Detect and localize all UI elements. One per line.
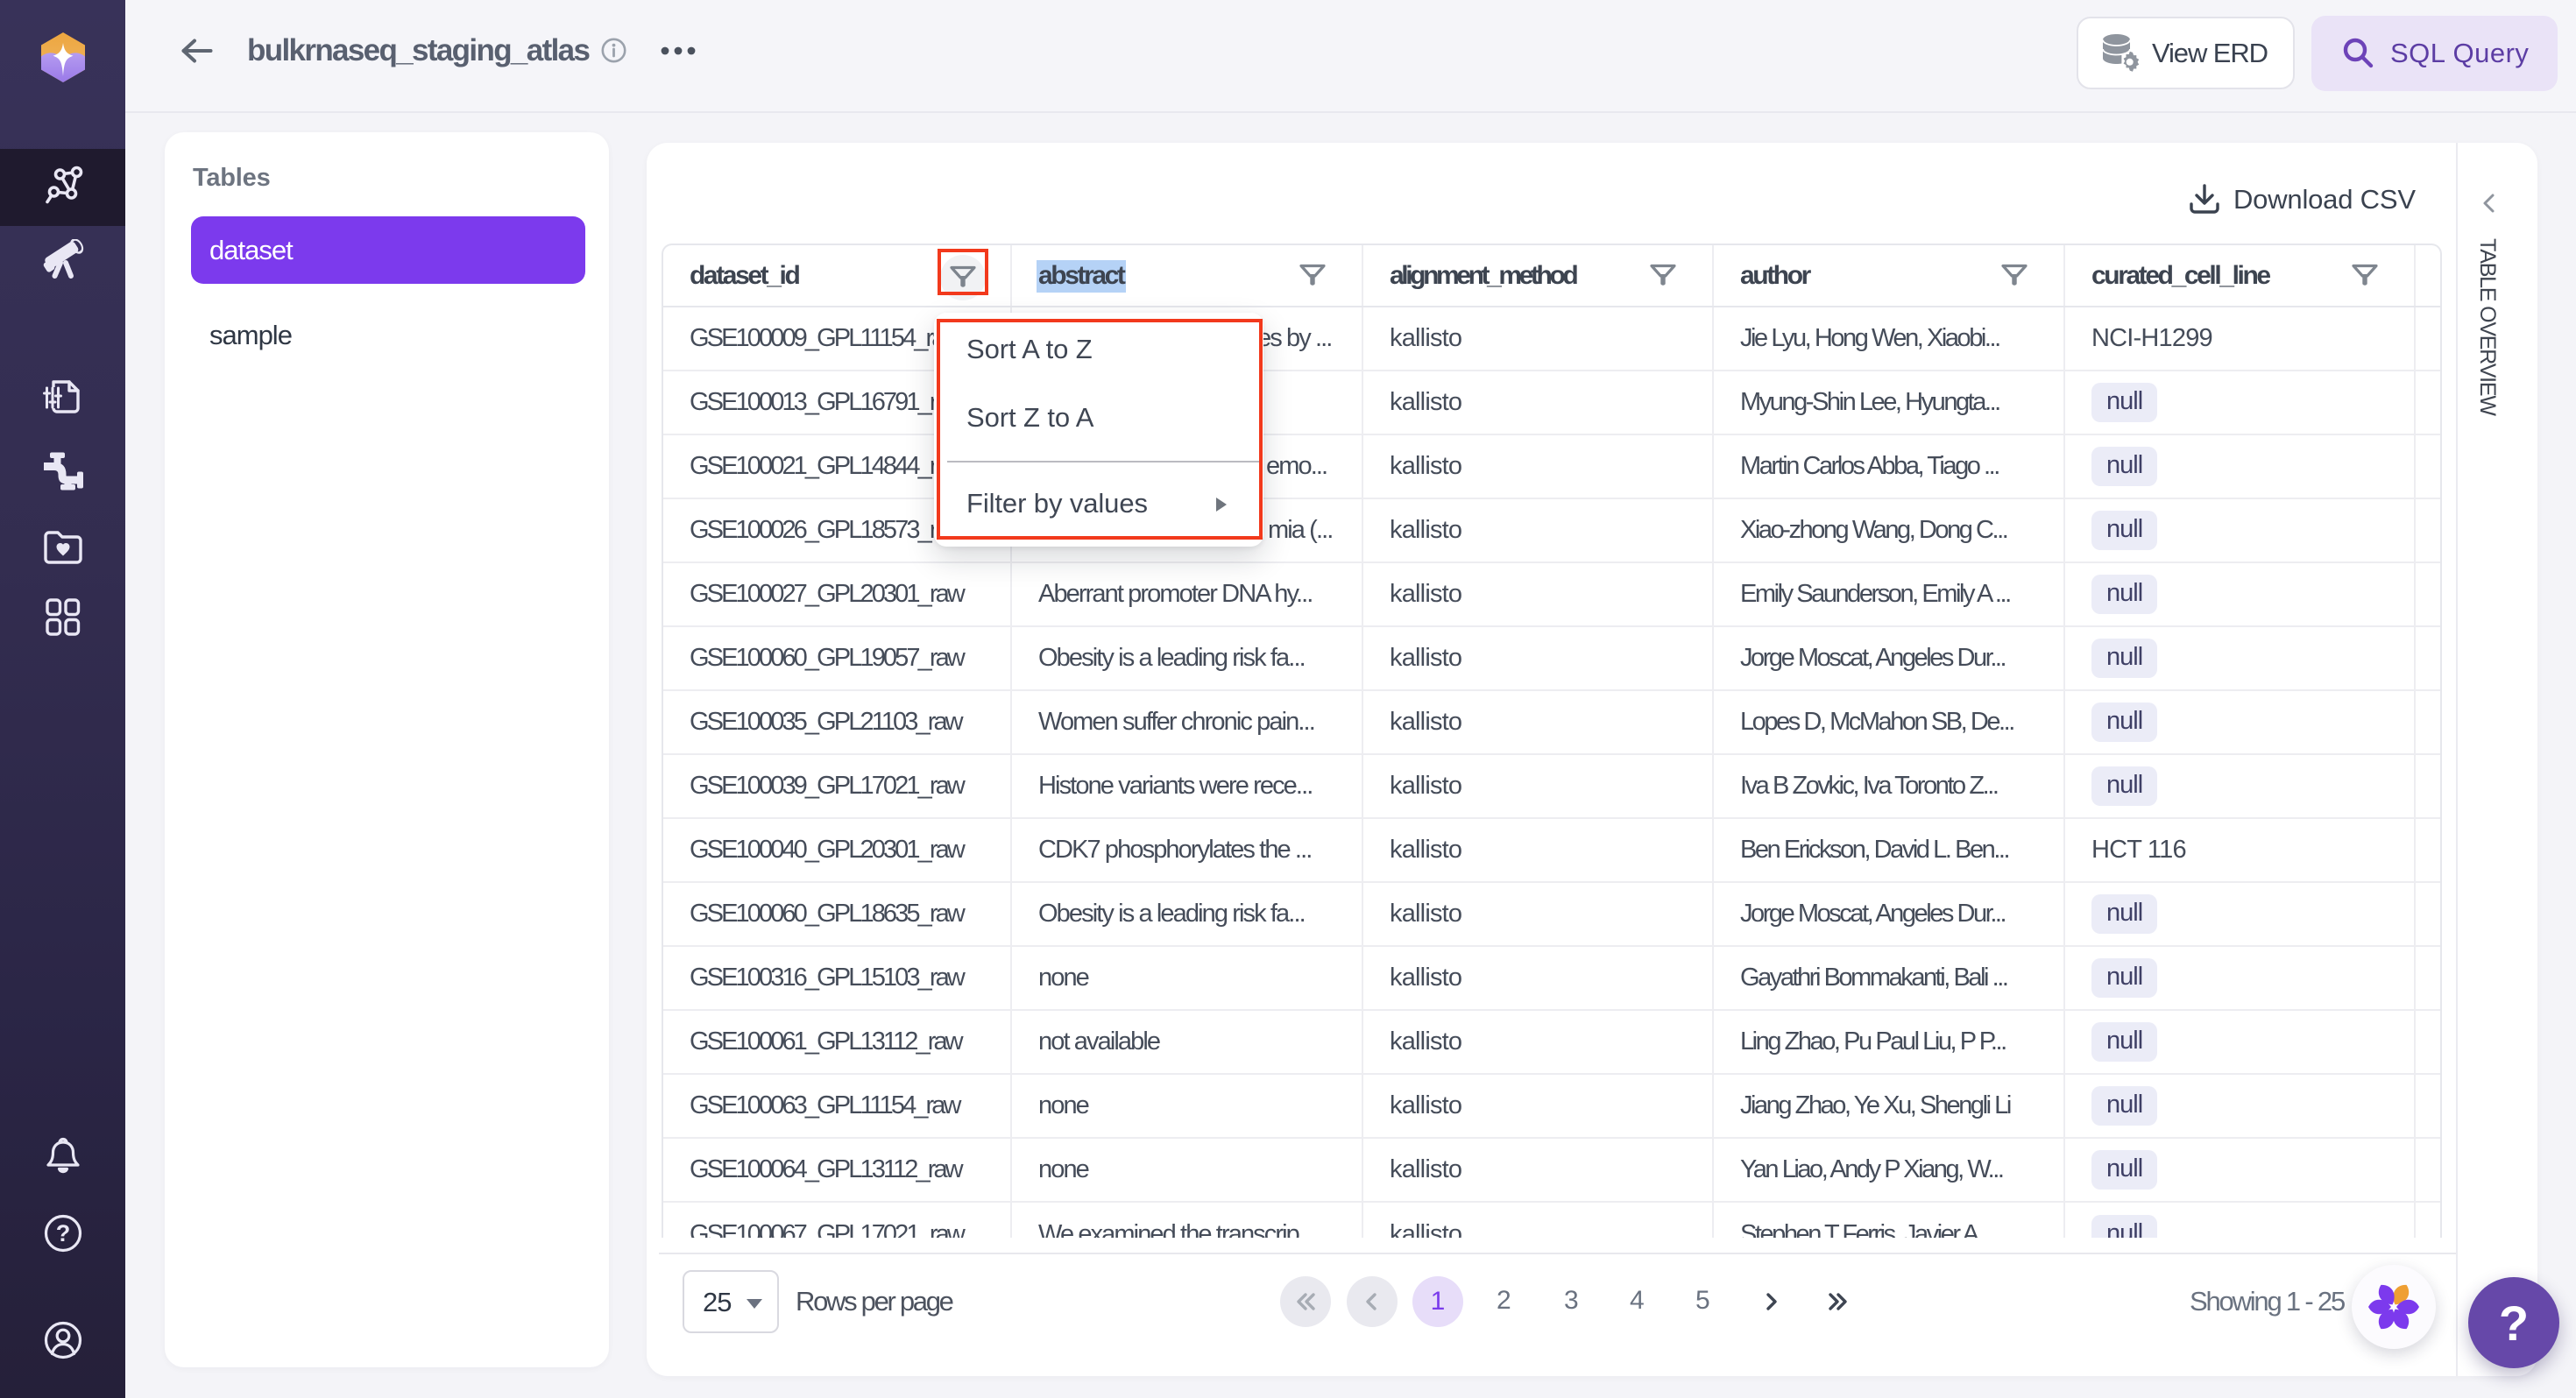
svg-text:?: ? <box>55 1220 70 1246</box>
